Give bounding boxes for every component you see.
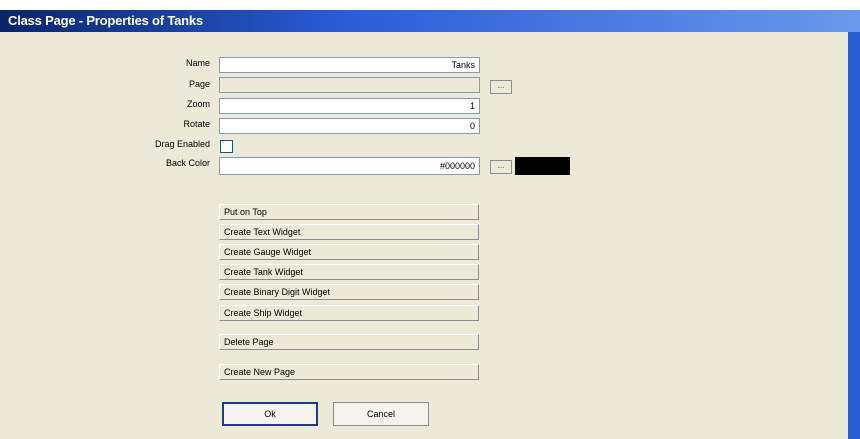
- back-color-swatch: [515, 157, 570, 175]
- back-color-field[interactable]: #000000: [219, 157, 480, 175]
- page-label: Page: [188, 79, 210, 89]
- page-field[interactable]: [219, 77, 480, 93]
- create-binary-digit-widget-button[interactable]: Create Binary Digit Widget: [219, 284, 479, 300]
- page-browse-button[interactable]: ...: [490, 80, 512, 94]
- properties-window: Class Page - Properties of Tanks Name Pa…: [0, 0, 860, 439]
- cancel-button[interactable]: Cancel: [333, 402, 429, 426]
- ok-button[interactable]: Ok: [222, 402, 318, 426]
- zoom-label: Zoom: [186, 99, 210, 109]
- create-new-page-button[interactable]: Create New Page: [219, 364, 479, 380]
- rotate-label: Rotate: [183, 119, 210, 129]
- create-text-widget-button[interactable]: Create Text Widget: [219, 224, 479, 240]
- rotate-field[interactable]: 0: [219, 118, 480, 134]
- drag-enabled-label: Drag Enabled: [154, 139, 210, 149]
- back-color-label: Back Color: [165, 158, 210, 168]
- name-label: Name: [185, 58, 210, 68]
- create-tank-widget-button[interactable]: Create Tank Widget: [219, 264, 479, 280]
- delete-page-button[interactable]: Delete Page: [219, 334, 479, 350]
- zoom-field[interactable]: 1: [219, 98, 480, 114]
- window-right-border: [848, 32, 860, 439]
- create-ship-widget-button[interactable]: Create Ship Widget: [219, 305, 479, 321]
- create-gauge-widget-button[interactable]: Create Gauge Widget: [219, 244, 479, 260]
- drag-enabled-checkbox[interactable]: [220, 140, 233, 153]
- name-field[interactable]: Tanks: [219, 57, 480, 73]
- title-bar[interactable]: Class Page - Properties of Tanks: [0, 10, 860, 32]
- window-title: Class Page - Properties of Tanks: [8, 13, 203, 28]
- back-color-browse-button[interactable]: ...: [490, 160, 512, 174]
- put-on-top-button[interactable]: Put on Top: [219, 204, 479, 220]
